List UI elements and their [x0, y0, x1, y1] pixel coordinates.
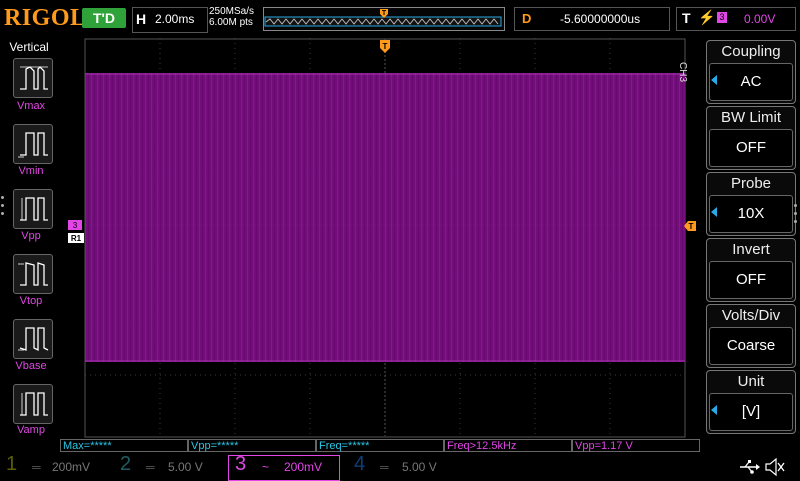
coupling-title: Coupling [721, 43, 781, 60]
memory-depth: 6.00M pts [209, 17, 253, 28]
channel-menu-tag: CH3 [677, 62, 688, 83]
ch3-offset-marker: 3 [68, 220, 82, 230]
measurement-freq[interactable]: Freq=***** [316, 439, 444, 452]
menu-page-indicator [1, 196, 5, 220]
ch3-number[interactable]: 3 [235, 453, 246, 476]
measurement-ch3-vpp[interactable]: Vpp=1.17 V [572, 439, 700, 452]
run-status-badge[interactable]: T'D [82, 8, 126, 28]
invert-button[interactable]: Invert OFF [706, 238, 796, 302]
probe-value: 10X [709, 195, 793, 233]
vmax-button[interactable] [13, 58, 53, 98]
vmax-label: Vmax [16, 100, 46, 112]
speaker-mute-icon[interactable] [764, 457, 786, 477]
vpp-icon [20, 197, 48, 221]
svg-text:R1: R1 [71, 234, 82, 243]
vmin-button[interactable] [13, 124, 53, 164]
bw-limit-button[interactable]: BW Limit OFF [706, 106, 796, 170]
trigger-label: T [682, 10, 691, 26]
delay-value: -5.60000000us [560, 12, 641, 26]
trigger-level-marker: T [684, 221, 696, 231]
svg-text:T: T [383, 42, 388, 51]
measure-menu-title: Vertical [9, 40, 49, 54]
trigger-box[interactable] [676, 7, 796, 31]
measurement-max[interactable]: Max=***** [60, 439, 188, 452]
vbase-icon [18, 327, 49, 352]
unit-title: Unit [737, 373, 765, 390]
ch2-scale[interactable]: 5.00 V [168, 455, 203, 480]
ch4-number[interactable]: 4 [354, 453, 365, 476]
svg-text:3: 3 [73, 221, 78, 230]
menu-page-indicator [794, 204, 798, 228]
coupling-button[interactable]: Coupling AC [706, 40, 796, 104]
vpp-button[interactable] [13, 189, 53, 229]
probe-button[interactable]: Probe 10X [706, 172, 796, 236]
invert-title: Invert [732, 241, 770, 258]
vamp-button[interactable] [13, 384, 53, 424]
invert-value: OFF [709, 261, 793, 299]
ch1-scale[interactable]: 200mV [52, 455, 90, 480]
memory-window-waveform: T [264, 9, 502, 27]
volts-div-value: Coarse [709, 327, 793, 365]
vamp-label: Vamp [17, 424, 45, 436]
ch3-scale[interactable]: 200mV [284, 455, 322, 480]
svg-text:T: T [382, 10, 387, 17]
timebase-value: 2.00ms [155, 12, 195, 26]
trigger-level: 0.00V [744, 12, 776, 26]
volts-div-button[interactable]: Volts/Div Coarse [706, 304, 796, 368]
trigger-position-marker-icon: T [380, 40, 390, 53]
vmax-icon [20, 66, 48, 90]
sample-rate: 250MSa/s [209, 6, 255, 17]
bw-limit-value: OFF [709, 129, 793, 167]
vtop-label: Vtop [19, 295, 43, 307]
left-arrow-icon [711, 75, 717, 85]
ch3-waveform-trace [85, 73, 685, 362]
vmin-icon [18, 132, 48, 158]
svg-text:T: T [689, 222, 694, 231]
vbase-label: Vbase [15, 360, 47, 372]
unit-button[interactable]: Unit [V] [706, 370, 796, 434]
rigol-logo: RIGOL [4, 5, 87, 31]
ch2-coupling-icon: ═ [146, 460, 155, 474]
unit-value: [V] [709, 393, 793, 431]
ch4-coupling-icon: ═ [380, 460, 389, 474]
volts-div-title: Volts/Div [721, 307, 781, 324]
ref-r1-marker: R1 [68, 233, 84, 243]
ch1-number[interactable]: 1 [6, 453, 17, 476]
vbase-button[interactable] [13, 319, 53, 359]
edge-trigger-icon: ⚡ [698, 9, 716, 25]
bw-limit-title: BW Limit [721, 109, 781, 126]
vtop-button[interactable] [13, 254, 53, 294]
ch4-scale[interactable]: 5.00 V [402, 455, 437, 480]
measurement-vpp[interactable]: Vpp=***** [188, 439, 316, 452]
left-arrow-icon [711, 405, 717, 415]
waveform-display[interactable]: T 3 R1 T [60, 38, 700, 438]
delay-label: D [522, 11, 532, 26]
ch2-number[interactable]: 2 [120, 453, 131, 476]
vmin-label: Vmin [18, 165, 44, 177]
measurement-ch3-freq[interactable]: Freq>12.5kHz [444, 439, 572, 452]
left-arrow-icon [711, 207, 717, 217]
usb-icon [740, 460, 760, 474]
vpp-label: Vpp [21, 230, 41, 242]
ch1-coupling-icon: ═ [32, 460, 41, 474]
vamp-icon [20, 392, 48, 416]
vtop-icon [18, 262, 48, 286]
probe-title: Probe [730, 175, 772, 192]
timebase-label: H [136, 11, 147, 27]
coupling-value: AC [709, 63, 793, 101]
trigger-source: 3 [717, 12, 727, 23]
ch3-coupling-icon: ~ [262, 460, 270, 474]
